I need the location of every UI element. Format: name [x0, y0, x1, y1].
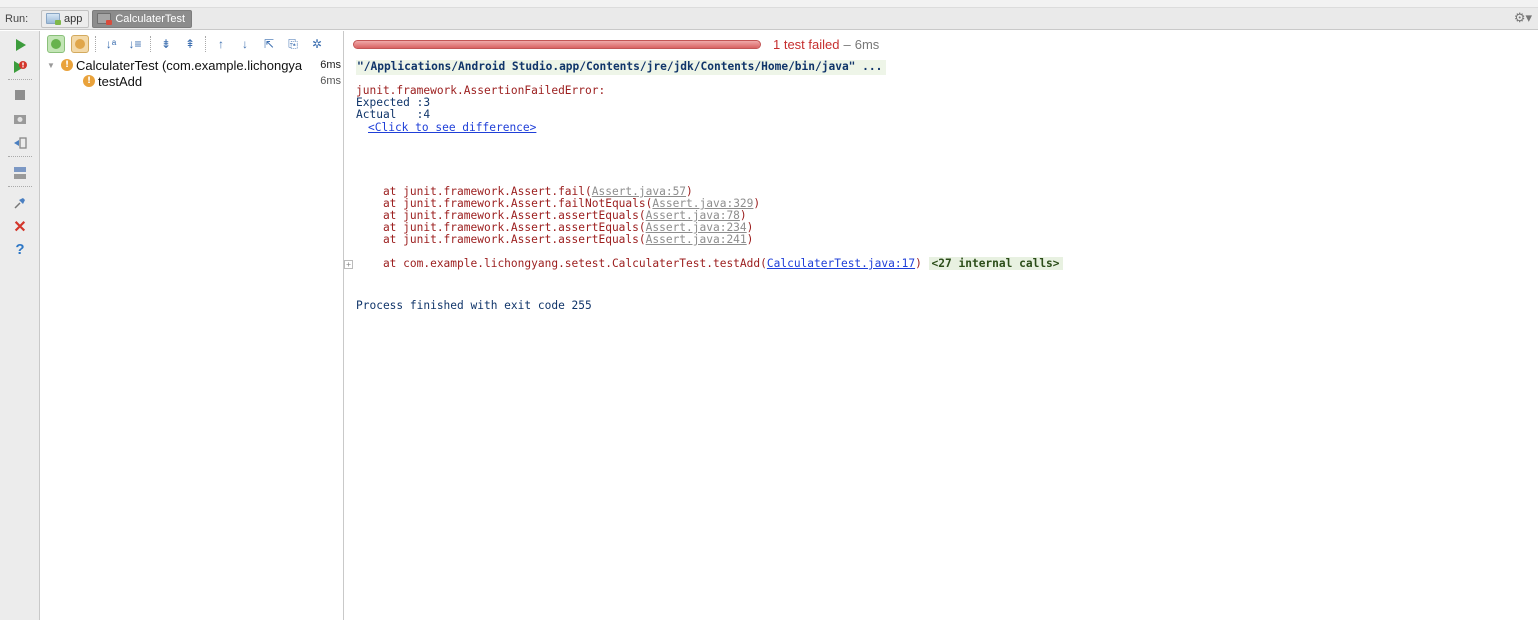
stack-line: at junit.framework.Assert.assertEquals(A… — [356, 233, 754, 247]
export-icon[interactable]: ⇱ — [260, 35, 278, 53]
tree-node-calculatertest[interactable]: ▼ ! CalculaterTest (com.example.lichongy… — [41, 57, 343, 73]
sort-alpha-icon[interactable]: ↓ᵃ — [102, 35, 120, 53]
import-icon[interactable]: ⎘ — [284, 35, 302, 53]
show-ignored-icon[interactable] — [71, 35, 89, 53]
stack-line-prefix: at com.example.lichongyang.setest.Calcul… — [356, 257, 767, 270]
gear-icon[interactable]: ⚙▾ — [1514, 10, 1532, 26]
stack-source-link-test[interactable]: CalculaterTest.java:17 — [767, 257, 915, 270]
test-run-icon — [97, 13, 113, 25]
stack-line-prefix: at junit.framework.Assert.assertEquals( — [356, 233, 646, 246]
tree-node-testadd[interactable]: ! testAdd 6ms — [41, 73, 343, 89]
tab-calculatertest-label: CalculaterTest — [115, 12, 186, 25]
rerun-icon[interactable] — [8, 35, 32, 55]
console-actual-line: Actual :4 — [356, 108, 431, 121]
console-panel: 1 test failed – 6ms "/Applications/Andro… — [344, 31, 1538, 620]
show-passed-icon[interactable] — [47, 35, 65, 53]
prev-failed-icon[interactable]: ↑ — [212, 35, 230, 53]
stack-line-suffix: ) — [915, 257, 929, 270]
toolbar-separator — [150, 36, 151, 52]
tree-node-time: 6ms — [320, 75, 341, 87]
settings-icon[interactable]: ✲ — [308, 35, 326, 53]
test-progress-bar — [353, 39, 761, 49]
sort-duration-icon[interactable]: ↓≡ — [126, 35, 144, 53]
test-failed-icon: ! — [61, 59, 73, 71]
toolbar-separator — [8, 156, 32, 157]
test-status-time: 6ms — [854, 36, 880, 52]
tree-node-label: CalculaterTest (com.example.lichongya — [76, 57, 303, 73]
android-app-icon — [46, 13, 61, 25]
stack-line-test: at com.example.lichongyang.setest.Calcul… — [356, 257, 1063, 271]
internal-calls-badge[interactable]: <27 internal calls> — [928, 257, 1063, 270]
test-progress-row: 1 test failed – 6ms — [345, 31, 1538, 57]
layout-icon[interactable] — [8, 163, 32, 183]
toolbar-separator — [8, 186, 32, 187]
stop-icon[interactable] — [8, 85, 32, 105]
console-command-line: "/Applications/Android Studio.app/Conten… — [356, 60, 887, 75]
test-progress-fill — [354, 40, 760, 48]
process-finished-line: Process finished with exit code 255 — [356, 299, 592, 312]
test-status-text: 1 test failed — [773, 36, 840, 52]
console-output[interactable]: "/Applications/Android Studio.app/Conten… — [344, 57, 1538, 620]
tree-node-label: testAdd — [98, 73, 143, 89]
run-label: Run: — [5, 12, 29, 25]
test-failed-icon: ! — [83, 75, 95, 87]
restore-layout-icon[interactable] — [8, 133, 32, 153]
expand-internal-calls-icon[interactable]: + — [344, 260, 353, 269]
stack-line-suffix: ) — [746, 233, 754, 246]
tab-app-label: app — [64, 12, 83, 25]
window-top-strip — [0, 0, 1538, 8]
tab-calculatertest[interactable]: CalculaterTest — [92, 9, 193, 28]
tree-node-time: 6ms — [320, 59, 341, 71]
next-failed-icon[interactable]: ↓ — [236, 35, 254, 53]
stack-source-link[interactable]: Assert.java:241 — [646, 233, 747, 246]
close-icon[interactable]: ✕ — [8, 217, 32, 237]
toolbar-separator — [205, 36, 206, 52]
rerun-failed-icon[interactable] — [8, 57, 32, 77]
expand-all-icon[interactable]: ⇟ — [157, 35, 175, 53]
test-status-separator: – — [843, 36, 851, 52]
toolbar-separator — [95, 36, 96, 52]
test-tree-toolbar: ↓ᵃ ↓≡ ⇟ ⇞ ↑ ↓ ⇱ ⎘ ✲ — [41, 31, 343, 57]
diff-link[interactable]: <Click to see difference> — [368, 121, 536, 135]
screenshot-icon[interactable] — [8, 109, 32, 129]
run-tab-bar: Run: app CalculaterTest ⚙▾ — [0, 8, 1538, 30]
help-icon[interactable]: ? — [8, 239, 32, 259]
collapse-arrow-icon[interactable]: ▼ — [47, 61, 57, 70]
diff-link-text[interactable]: <Click to see difference> — [368, 121, 536, 134]
run-side-toolbar: ✕ ? — [0, 31, 40, 620]
test-tree-panel: ↓ᵃ ↓≡ ⇟ ⇞ ↑ ↓ ⇱ ⎘ ✲ ▼ ! CalculaterTest (… — [41, 31, 344, 620]
collapse-all-icon[interactable]: ⇞ — [181, 35, 199, 53]
toolbar-separator — [8, 79, 32, 80]
pin-icon[interactable] — [8, 193, 32, 213]
tab-app[interactable]: app — [41, 9, 90, 28]
stack-line-suffix: ) — [753, 197, 761, 210]
